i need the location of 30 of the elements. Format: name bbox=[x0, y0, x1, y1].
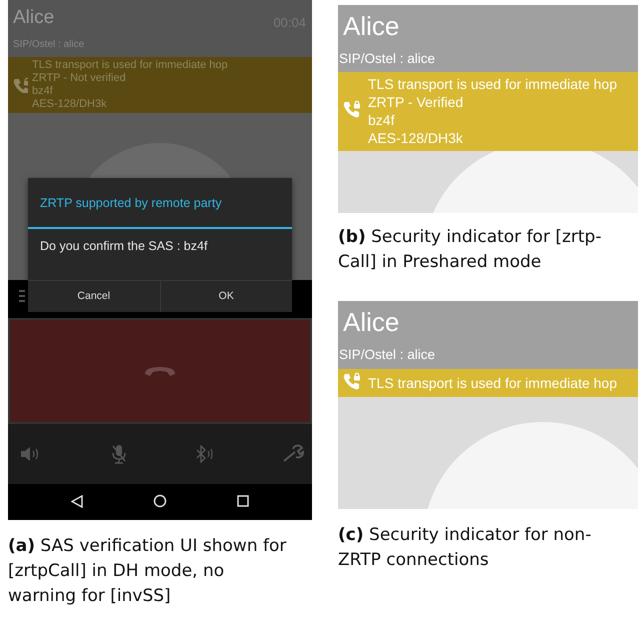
security-line: AES-128/DH3k bbox=[368, 129, 464, 148]
contact-name: Alice bbox=[343, 306, 400, 340]
muted-microphone-icon bbox=[110, 444, 127, 464]
security-line: AES-128/DH3k bbox=[32, 98, 108, 111]
figure-caption: (b) Security indicator for [zrtp-Call] in Preshared mode bbox=[338, 226, 602, 274]
security-line: TLS transport is used for immediate hop bbox=[32, 59, 228, 72]
bluetooth-icon bbox=[195, 445, 214, 463]
account-label: SIP/Ostel : alice bbox=[339, 50, 436, 68]
security-line: ZRTP - Verified bbox=[368, 93, 464, 112]
security-line: bz4f bbox=[368, 111, 396, 130]
security-line: TLS transport is used for immediate hop bbox=[368, 75, 618, 94]
contact-name: Alice bbox=[343, 10, 400, 43]
contact-name: Alice bbox=[13, 6, 54, 30]
dialog-title: ZRTP supported by remote party bbox=[28, 178, 292, 229]
phone-lock-icon bbox=[12, 77, 28, 93]
ok-button[interactable]: OK bbox=[160, 280, 292, 312]
home-icon bbox=[153, 494, 167, 508]
figure-caption: (c) Security indicator for non-ZRTP connections bbox=[338, 524, 592, 572]
security-line: bz4f bbox=[32, 85, 54, 98]
account-label: SIP/Ostel : alice bbox=[339, 346, 436, 364]
menu-icon bbox=[19, 290, 25, 302]
dialog-message: Do you confirm the SAS : bz4f bbox=[39, 238, 208, 255]
hangup-icon bbox=[143, 364, 177, 378]
back-icon bbox=[71, 494, 83, 508]
figure-caption: (a) SAS verification UI shown for [zrtpCall] in DH mode, no warning for [invSS] bbox=[8, 535, 288, 608]
cancel-button[interactable]: Cancel bbox=[28, 280, 160, 312]
security-line: ZRTP - Not verified bbox=[32, 72, 127, 85]
security-line: TLS transport is used for immediate hop bbox=[368, 374, 618, 392]
wrench-icon bbox=[282, 444, 304, 464]
recent-apps-icon bbox=[237, 495, 249, 508]
